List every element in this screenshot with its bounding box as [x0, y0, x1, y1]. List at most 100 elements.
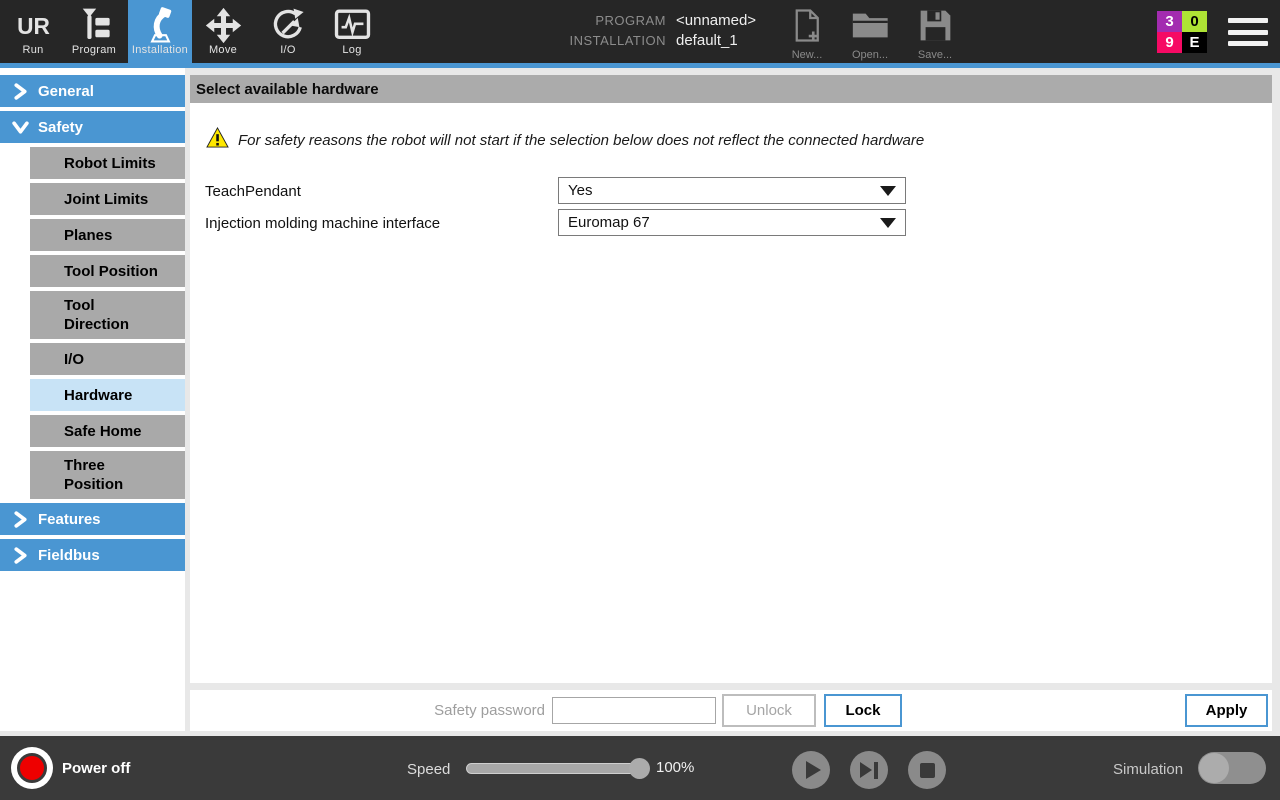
sidebar-item-features[interactable]: Features: [0, 503, 185, 535]
power-status-label[interactable]: Power off: [62, 760, 130, 777]
tab-label: Program: [72, 44, 116, 56]
tab-program[interactable]: Program: [61, 0, 127, 63]
injection-molding-dropdown[interactable]: Euromap 67: [558, 209, 906, 236]
apply-button-label: Apply: [1206, 702, 1248, 719]
log-monitor-icon: [334, 7, 371, 44]
lock-button[interactable]: Lock: [824, 694, 902, 727]
tab-installation[interactable]: Installation: [128, 0, 192, 63]
tab-label: Log: [342, 44, 361, 56]
sidebar-item-robot-limits[interactable]: Robot Limits: [30, 147, 185, 179]
installation-name: default_1: [676, 32, 756, 49]
chevron-down-icon: [12, 119, 29, 136]
program-installation-info: PROGRAM <unnamed> INSTALLATION default_1: [548, 12, 756, 49]
sidebar-item-three-position[interactable]: Three Position: [30, 451, 185, 499]
tab-label: I/O: [280, 44, 296, 56]
io-circular-arrows-icon: [270, 7, 307, 44]
speed-slider[interactable]: [466, 763, 644, 774]
sidebar-item-general[interactable]: General: [0, 75, 185, 107]
program-tree-icon: [76, 7, 113, 44]
new-file-icon: [793, 9, 822, 42]
chevron-right-icon: [12, 511, 29, 528]
chevron-down-icon: [880, 218, 896, 228]
simulation-toggle-knob: [1199, 753, 1229, 783]
svg-text:UR: UR: [17, 13, 50, 39]
installation-label: INSTALLATION: [548, 33, 666, 48]
sidebar-item-label: Safe Home: [64, 423, 142, 440]
chevron-right-icon: [12, 83, 29, 100]
apply-button[interactable]: Apply: [1185, 694, 1268, 727]
speed-slider-knob[interactable]: [629, 758, 650, 779]
safety-password-input[interactable]: [552, 697, 716, 724]
sidebar-item-tool-position[interactable]: Tool Position: [30, 255, 185, 287]
tab-move[interactable]: Move: [197, 0, 249, 63]
checksum-cell: 9: [1157, 32, 1182, 53]
save-floppy-icon: [919, 9, 952, 42]
tab-label: Installation: [132, 44, 188, 56]
tab-run[interactable]: UR Run: [7, 0, 59, 63]
sidebar-item-label: I/O: [64, 351, 84, 368]
tab-label: Run: [22, 44, 43, 56]
checksum-cell: 3: [1157, 11, 1182, 32]
sidebar-item-io[interactable]: I/O: [30, 343, 185, 375]
unlock-button[interactable]: Unlock: [722, 694, 816, 727]
sidebar-item-safety[interactable]: Safety: [0, 111, 185, 143]
lock-button-label: Lock: [845, 702, 880, 719]
sidebar-item-hardware[interactable]: Hardware: [30, 379, 185, 411]
top-bar: UR Run Program Installation Move I/O Log…: [0, 0, 1280, 63]
dropdown-value: Euromap 67: [568, 214, 650, 231]
sidebar-item-label: Tool Direction: [64, 296, 129, 334]
teach-pendant-dropdown[interactable]: Yes: [558, 177, 906, 204]
warning-text: For safety reasons the robot will not st…: [238, 132, 924, 149]
checksum-cell: 0: [1182, 11, 1207, 32]
step-button[interactable]: [850, 751, 888, 789]
sidebar-item-joint-limits[interactable]: Joint Limits: [30, 183, 185, 215]
warning-icon: [206, 127, 229, 153]
header-accent-strip: [0, 63, 1280, 68]
save-button-label: Save...: [918, 49, 952, 61]
speed-label: Speed: [407, 761, 450, 778]
tab-log[interactable]: Log: [324, 0, 380, 63]
stop-icon: [920, 763, 935, 778]
new-button[interactable]: New...: [778, 9, 836, 61]
safety-password-bar: Safety password Unlock Lock Apply: [190, 690, 1272, 731]
power-status-indicator[interactable]: [11, 747, 53, 789]
move-arrows-icon: [205, 7, 242, 44]
main-content: For safety reasons the robot will not st…: [190, 103, 1272, 683]
sidebar-item-label: Joint Limits: [64, 191, 148, 208]
play-icon: [806, 761, 821, 779]
program-label: PROGRAM: [548, 13, 666, 28]
sidebar-item-label: Robot Limits: [64, 155, 156, 172]
sidebar-item-label: Fieldbus: [38, 547, 100, 564]
save-button[interactable]: Save...: [906, 9, 964, 61]
dropdown-value: Yes: [568, 182, 592, 199]
sidebar-item-label: Planes: [64, 227, 112, 244]
sidebar-item-label: Three Position: [64, 456, 123, 494]
tab-label: Move: [209, 44, 237, 56]
sidebar-item-planes[interactable]: Planes: [30, 219, 185, 251]
open-button[interactable]: Open...: [841, 9, 899, 61]
open-folder-icon: [851, 9, 890, 42]
step-icon: [860, 762, 878, 779]
sidebar-item-tool-direction[interactable]: Tool Direction: [30, 291, 185, 339]
checksum-cell: E: [1182, 32, 1207, 53]
tab-io[interactable]: I/O: [261, 0, 315, 63]
hamburger-menu-icon[interactable]: [1228, 18, 1268, 46]
teach-pendant-label: TeachPendant: [205, 183, 301, 200]
unlock-button-label: Unlock: [746, 702, 792, 719]
sidebar-item-fieldbus[interactable]: Fieldbus: [0, 539, 185, 571]
simulation-label: Simulation: [1113, 761, 1183, 778]
play-button[interactable]: [792, 751, 830, 789]
safety-checksum-grid[interactable]: 3 0 9 E: [1157, 11, 1207, 53]
injection-molding-label: Injection molding machine interface: [205, 215, 440, 232]
safety-password-label: Safety password: [350, 702, 545, 719]
chevron-down-icon: [880, 186, 896, 196]
sidebar-item-label: Hardware: [64, 387, 132, 404]
power-off-icon: [17, 753, 47, 783]
robot-arm-icon: [142, 7, 179, 44]
chevron-right-icon: [12, 547, 29, 564]
sidebar-item-safe-home[interactable]: Safe Home: [30, 415, 185, 447]
simulation-toggle[interactable]: [1198, 752, 1266, 784]
page-title-bar: Select available hardware: [190, 75, 1272, 103]
stop-button[interactable]: [908, 751, 946, 789]
speed-value: 100%: [656, 759, 694, 776]
